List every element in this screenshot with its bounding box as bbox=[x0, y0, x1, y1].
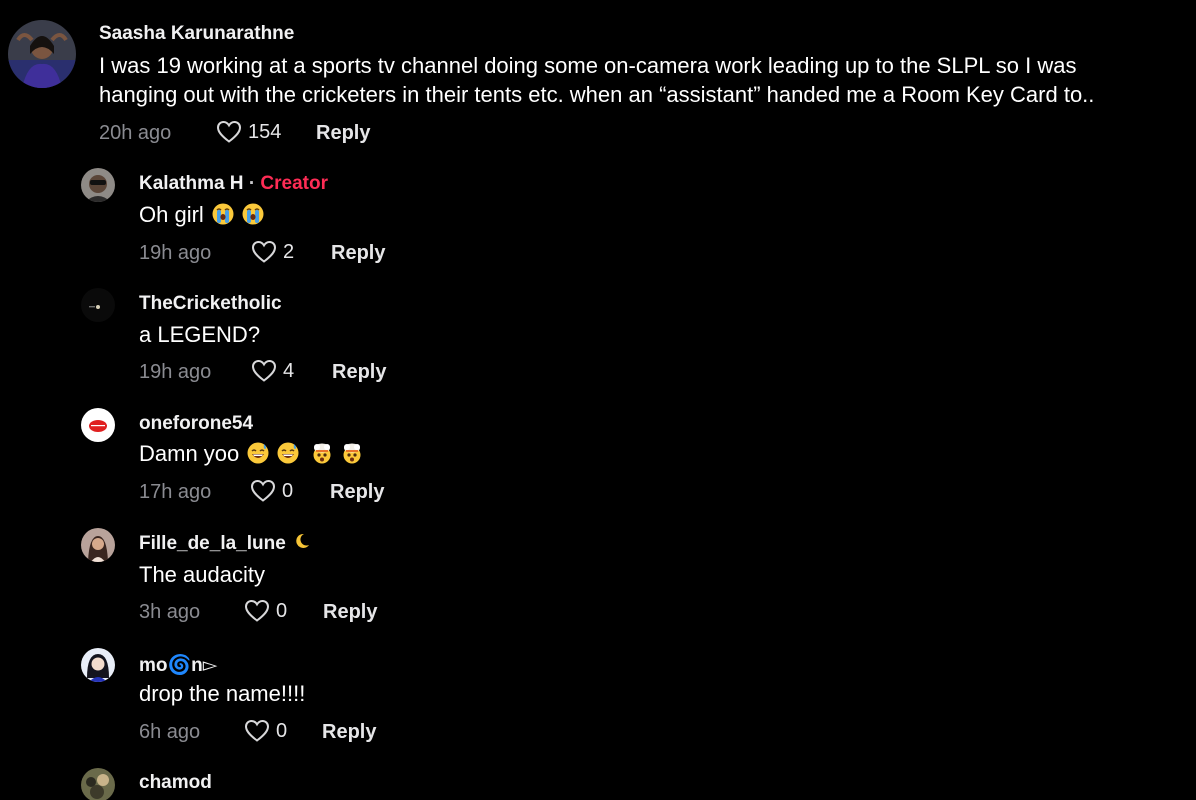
comment-username[interactable]: TheCricketholic bbox=[139, 293, 282, 315]
comment-text-content: Damn yoo bbox=[139, 441, 240, 466]
heart-icon bbox=[244, 719, 270, 743]
comment-text-content: Oh girl bbox=[139, 202, 204, 227]
like-count: 0 bbox=[276, 719, 288, 742]
heart-icon bbox=[216, 120, 242, 144]
separator-dot: · bbox=[248, 173, 256, 194]
heart-icon bbox=[250, 479, 276, 503]
creator-badge: Creator bbox=[260, 173, 328, 194]
comment-username[interactable]: oneforone54 bbox=[139, 413, 253, 435]
comment-username[interactable]: Saasha Karunarathne bbox=[99, 23, 294, 45]
heart-icon bbox=[244, 599, 270, 623]
crescent-moon-icon bbox=[294, 533, 310, 549]
comment-text: Oh girl bbox=[139, 200, 264, 229]
reply-button[interactable]: Reply bbox=[322, 721, 376, 744]
comment-timestamp: 19h ago bbox=[139, 361, 212, 383]
comment-username[interactable]: chamod bbox=[139, 772, 212, 794]
exploding-head-icon bbox=[311, 442, 333, 464]
avatar[interactable] bbox=[81, 288, 115, 322]
grinning-sweat-face-icon bbox=[247, 442, 269, 464]
avatar[interactable] bbox=[81, 408, 115, 442]
comment-item: mo🌀n▻ drop the name!!!! 6h ago 0 Reply bbox=[0, 640, 1196, 760]
username-text[interactable]: Fille_de_la_lune bbox=[139, 533, 286, 554]
heart-icon bbox=[251, 240, 277, 264]
like-count: 0 bbox=[276, 599, 288, 622]
like-button[interactable]: 4 bbox=[251, 359, 294, 383]
like-button[interactable]: 2 bbox=[251, 240, 294, 264]
comment-item: Kalathma H · Creator Oh girl 19h ago 2 R… bbox=[0, 160, 1196, 280]
grinning-sweat-face-icon bbox=[277, 442, 299, 464]
like-count: 154 bbox=[248, 120, 282, 143]
comment-text: Damn yoo bbox=[139, 439, 363, 468]
reply-button[interactable]: Reply bbox=[331, 242, 385, 265]
comment-timestamp: 20h ago bbox=[99, 122, 172, 144]
comment-item: oneforone54 Damn yoo 17h ago 0 Reply bbox=[0, 400, 1196, 520]
comment-item: Saasha Karunarathne I was 19 working at … bbox=[0, 0, 1196, 160]
loudly-crying-face-icon bbox=[212, 203, 234, 225]
reply-button[interactable]: Reply bbox=[332, 361, 386, 384]
comment-text-line-1: I was 19 working at a sports tv channel … bbox=[99, 53, 1077, 78]
comment-timestamp: 6h ago bbox=[139, 721, 201, 743]
reply-button[interactable]: Reply bbox=[316, 122, 370, 145]
like-count: 0 bbox=[282, 479, 294, 502]
comment-username[interactable]: mo🌀n▻ bbox=[139, 653, 217, 677]
comment-text: drop the name!!!! bbox=[139, 681, 306, 706]
comment-username[interactable]: Kalathma H · Creator bbox=[139, 173, 328, 195]
like-count: 4 bbox=[283, 359, 295, 382]
comment-text: a LEGEND? bbox=[139, 322, 261, 347]
avatar[interactable] bbox=[81, 768, 115, 800]
username-text[interactable]: Kalathma H bbox=[139, 173, 244, 194]
comment-text: The audacity bbox=[139, 562, 265, 587]
reply-button[interactable]: Reply bbox=[323, 601, 377, 624]
like-button[interactable]: 0 bbox=[244, 719, 287, 743]
comment-item: TheCricketholic a LEGEND? 19h ago 4 Repl… bbox=[0, 280, 1196, 400]
like-button[interactable]: 0 bbox=[244, 599, 287, 623]
exploding-head-icon bbox=[341, 442, 363, 464]
comment-item: chamod bbox=[0, 760, 1196, 800]
avatar[interactable] bbox=[81, 648, 115, 682]
avatar[interactable] bbox=[8, 20, 76, 88]
comment-text-line-2: hanging out with the cricketers in their… bbox=[99, 82, 1095, 107]
like-button[interactable]: 0 bbox=[250, 479, 293, 503]
avatar[interactable] bbox=[81, 528, 115, 562]
reply-button[interactable]: Reply bbox=[330, 481, 384, 504]
like-count: 2 bbox=[283, 240, 295, 263]
comment-username[interactable]: Fille_de_la_lune bbox=[139, 533, 310, 555]
heart-icon bbox=[251, 359, 277, 383]
comment-timestamp: 19h ago bbox=[139, 242, 212, 264]
comment-timestamp: 3h ago bbox=[139, 601, 201, 623]
avatar[interactable] bbox=[81, 168, 115, 202]
comment-timestamp: 17h ago bbox=[139, 481, 212, 503]
comment-item: Fille_de_la_lune The audacity 3h ago 0 R… bbox=[0, 520, 1196, 640]
loudly-crying-face-icon bbox=[242, 203, 264, 225]
like-button[interactable]: 154 bbox=[216, 120, 281, 144]
